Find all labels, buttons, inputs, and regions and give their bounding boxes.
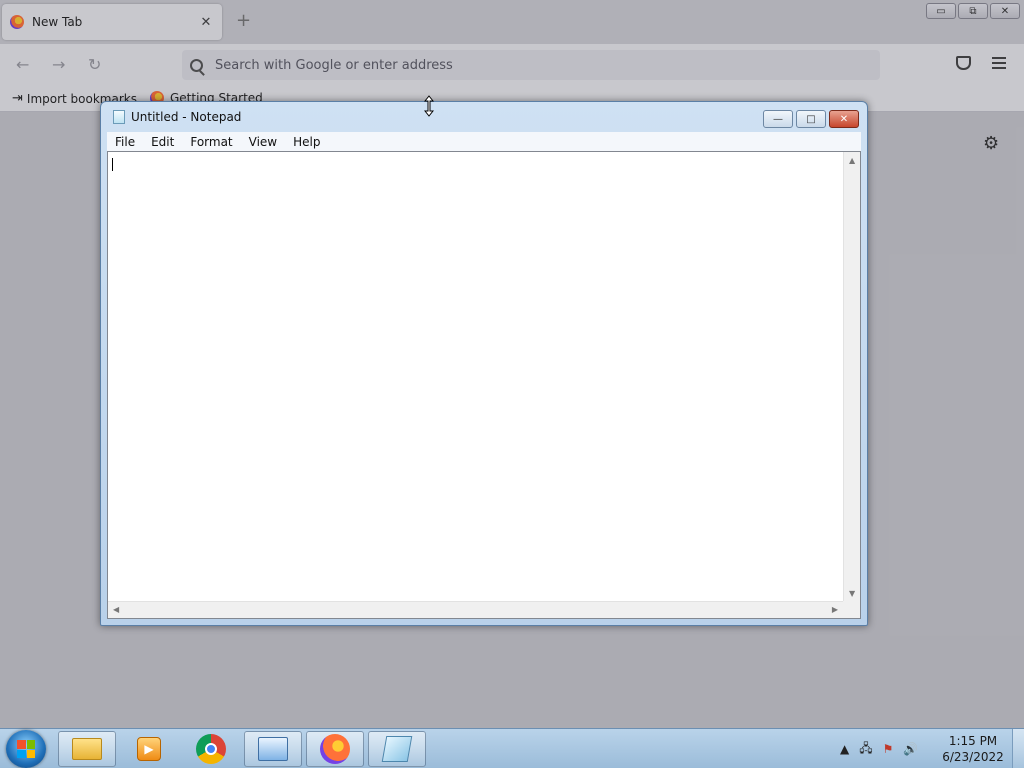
gear-icon[interactable]: ⚙ xyxy=(983,133,999,154)
media-icon: ▶ xyxy=(137,737,161,761)
editor-area: ▲ ▼ ◀ ▶ xyxy=(107,151,861,619)
system-tray: ▲ 🖧 ⚑ 🔊 xyxy=(840,729,928,768)
tab-new-tab[interactable]: New Tab ✕ xyxy=(2,4,222,40)
minimize-icon: ▭ xyxy=(936,5,946,17)
taskbar-remote-desktop[interactable] xyxy=(244,731,302,767)
resize-grip[interactable] xyxy=(843,601,860,618)
import-icon: ⇥ xyxy=(12,91,23,106)
vertical-scrollbar[interactable]: ▲ ▼ xyxy=(843,152,860,602)
new-tab-button[interactable]: + xyxy=(236,12,251,30)
scroll-up-icon[interactable]: ▲ xyxy=(849,156,855,165)
minimize-button[interactable]: — xyxy=(763,110,793,128)
hamburger-menu-icon[interactable] xyxy=(992,57,1006,72)
restore-icon: ⧉ xyxy=(969,5,977,17)
tray-chevron-icon[interactable]: ▲ xyxy=(840,742,849,756)
start-button[interactable] xyxy=(6,730,46,768)
clock[interactable]: 1:15 PM 6/23/2022 xyxy=(940,733,1006,765)
tab-title: New Tab xyxy=(32,15,83,29)
forward-button[interactable]: → xyxy=(52,55,65,74)
back-button[interactable]: ← xyxy=(16,55,29,74)
firefox-icon xyxy=(320,734,350,764)
restore-button[interactable]: ⧉ xyxy=(958,3,988,19)
resize-cursor-icon xyxy=(424,95,434,117)
search-icon xyxy=(190,58,203,72)
close-button[interactable]: ✕ xyxy=(829,110,859,128)
taskbar-windows-explorer[interactable] xyxy=(58,731,116,767)
taskbar-firefox[interactable] xyxy=(306,731,364,767)
notepad-window: Untitled - Notepad — □ ✕ File Edit Forma… xyxy=(100,101,868,626)
clock-time: 1:15 PM xyxy=(948,734,998,748)
windows-logo-icon xyxy=(17,740,35,758)
menu-help[interactable]: Help xyxy=(285,135,328,149)
pocket-icon[interactable] xyxy=(956,56,971,70)
menu-view[interactable]: View xyxy=(241,135,285,149)
remote-icon xyxy=(258,737,288,761)
menu-edit[interactable]: Edit xyxy=(143,135,182,149)
scroll-right-icon[interactable]: ▶ xyxy=(832,605,838,614)
taskbar-media-player[interactable]: ▶ xyxy=(120,731,178,767)
show-desktop-button[interactable] xyxy=(1012,729,1024,768)
network-icon[interactable]: 🖧 xyxy=(859,739,872,760)
menu-file[interactable]: File xyxy=(107,135,143,149)
text-editor[interactable] xyxy=(112,155,840,597)
nav-bar: ← → ↻ xyxy=(0,44,1024,86)
taskbar-chrome[interactable] xyxy=(182,731,240,767)
firefox-icon xyxy=(10,15,24,29)
notepad-icon xyxy=(381,736,413,762)
url-input[interactable] xyxy=(215,57,815,73)
menu-bar: File Edit Format View Help xyxy=(107,132,861,151)
horizontal-scrollbar[interactable]: ◀ ▶ xyxy=(108,601,843,618)
tab-close-icon[interactable]: ✕ xyxy=(198,15,214,30)
taskbar-notepad[interactable] xyxy=(368,731,426,767)
maximize-button[interactable]: □ xyxy=(796,110,826,128)
folder-icon xyxy=(72,738,102,760)
menu-format[interactable]: Format xyxy=(182,135,240,149)
close-button[interactable]: ✕ xyxy=(990,3,1020,19)
clock-date: 6/23/2022 xyxy=(942,750,1004,764)
volume-icon[interactable]: 🔊 xyxy=(903,742,918,756)
taskbar: ▶ ▲ 🖧 ⚑ 🔊 1:15 PM 6/23/2022 xyxy=(0,728,1024,768)
close-icon: ✕ xyxy=(1000,5,1010,17)
chrome-icon xyxy=(196,734,226,764)
scroll-left-icon[interactable]: ◀ xyxy=(113,605,119,614)
scroll-down-icon[interactable]: ▼ xyxy=(849,589,855,598)
text-caret xyxy=(112,158,113,171)
notepad-titlebar[interactable]: Untitled - Notepad — □ ✕ xyxy=(101,102,867,132)
minimize-button[interactable]: ▭ xyxy=(926,3,956,19)
reload-button[interactable]: ↻ xyxy=(88,55,101,74)
action-center-flag-icon[interactable]: ⚑ xyxy=(883,742,894,756)
url-bar[interactable] xyxy=(182,50,880,80)
tab-strip: New Tab ✕ + ▭ ⧉ ✕ xyxy=(0,0,1024,44)
window-title: Untitled - Notepad xyxy=(131,110,242,124)
notepad-icon xyxy=(113,110,125,124)
